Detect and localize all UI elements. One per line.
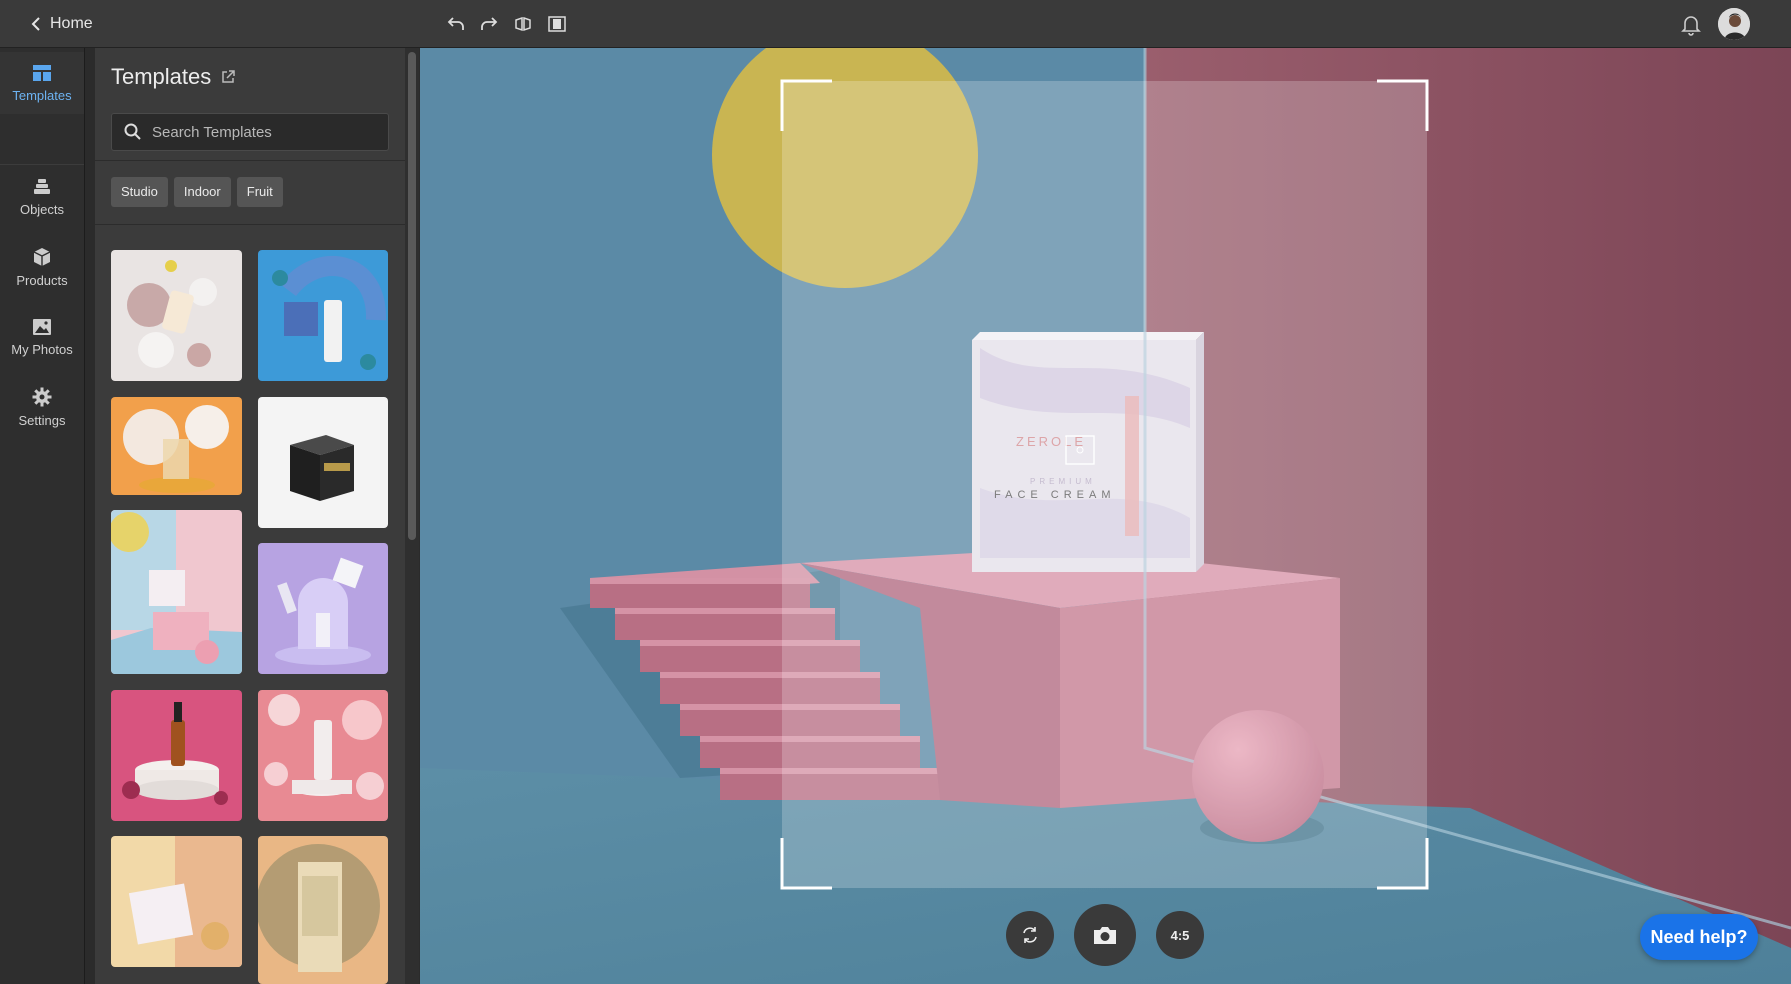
template-thumbnail[interactable] [111,510,242,674]
redo-button[interactable] [477,12,501,36]
panel-divider [95,160,405,161]
capture-button[interactable] [1074,904,1136,966]
need-help-button[interactable]: Need help? [1640,914,1758,960]
rail-divider [0,164,84,165]
template-thumbnail[interactable] [258,690,388,821]
template-preview-spheres [111,250,242,381]
template-thumbnail[interactable] [258,543,388,674]
avatar-image [1718,8,1750,40]
top-bar: Home [0,0,1791,48]
left-rail: Templates Objects Products My Photos Set… [0,48,85,984]
chip-studio[interactable]: Studio [111,177,168,207]
template-thumbnail[interactable] [258,836,388,984]
template-preview-pink-bubbles [258,690,388,821]
external-link-icon[interactable] [221,70,236,84]
panel-title: Templates [111,64,236,90]
need-help-label: Need help? [1650,926,1748,947]
rotate-button[interactable] [1006,911,1054,959]
search-icon [124,123,141,140]
gear-icon [32,387,52,406]
template-preview-serum [111,690,242,821]
panel-scrollbar[interactable] [405,48,419,984]
products-icon [33,247,51,266]
chevron-left-icon [31,17,40,31]
split-view-button[interactable] [545,12,569,36]
scrollbar-thumb[interactable] [408,52,416,540]
template-preview-lavender [258,543,388,674]
flip-icon [515,16,531,32]
scene-image: ZEROLE PREMIUM FACE CREAM [420,48,1791,984]
search-input[interactable] [150,122,374,142]
template-preview-peach [111,836,242,967]
home-label: Home [50,15,93,32]
filter-chips: Studio Indoor Fruit [111,177,283,207]
template-thumbnail[interactable] [111,397,242,495]
template-thumbnail[interactable] [258,250,388,381]
template-thumbnail[interactable] [258,397,388,528]
redo-icon [481,17,498,30]
rail-item-my-photos[interactable]: My Photos [0,306,84,368]
template-preview-pink-stairs [111,510,242,674]
rail-item-templates[interactable]: Templates [0,52,84,114]
template-thumbnail[interactable] [111,836,242,967]
rotate-icon [1023,927,1037,943]
photos-icon [33,318,51,335]
rail-item-label: Settings [18,412,66,428]
scene-canvas[interactable]: ZEROLE PREMIUM FACE CREAM 4:5 [420,48,1791,984]
notifications-button[interactable] [1678,11,1704,37]
search-box[interactable] [111,113,389,151]
template-thumbnail[interactable] [111,250,242,381]
rail-item-label: Products [16,272,68,288]
panel-divider [95,224,405,225]
home-button[interactable]: Home [30,12,93,36]
template-preview-black-box [258,397,388,528]
user-avatar[interactable] [1718,8,1750,40]
undo-button[interactable] [444,12,468,36]
split-view-icon [548,16,566,32]
templates-panel: Templates Studio Indoor Fruit [95,48,405,984]
aspect-ratio-label: 4:5 [1170,927,1190,943]
panel-title-text: Templates [111,64,212,89]
flip-button[interactable] [511,12,535,36]
rail-item-settings[interactable]: Settings [0,376,84,438]
rail-item-label: My Photos [11,341,73,357]
aspect-ratio-button[interactable]: 4:5 [1156,911,1204,959]
objects-icon [34,178,50,194]
camera-icon [1094,927,1116,944]
chip-fruit[interactable]: Fruit [236,177,283,207]
templates-icon [33,64,51,81]
rail-item-label: Templates [12,87,72,103]
rail-item-products[interactable]: Products [0,236,84,298]
undo-icon [447,17,464,30]
template-preview-blue-arch [258,250,388,381]
chip-indoor[interactable]: Indoor [173,177,231,207]
rail-item-objects[interactable]: Objects [0,166,84,228]
bell-icon [1681,16,1701,36]
template-thumbnail[interactable] [111,690,242,821]
rail-item-label: Objects [19,201,65,217]
template-preview-orange [111,397,242,495]
template-preview-gold [258,836,388,984]
